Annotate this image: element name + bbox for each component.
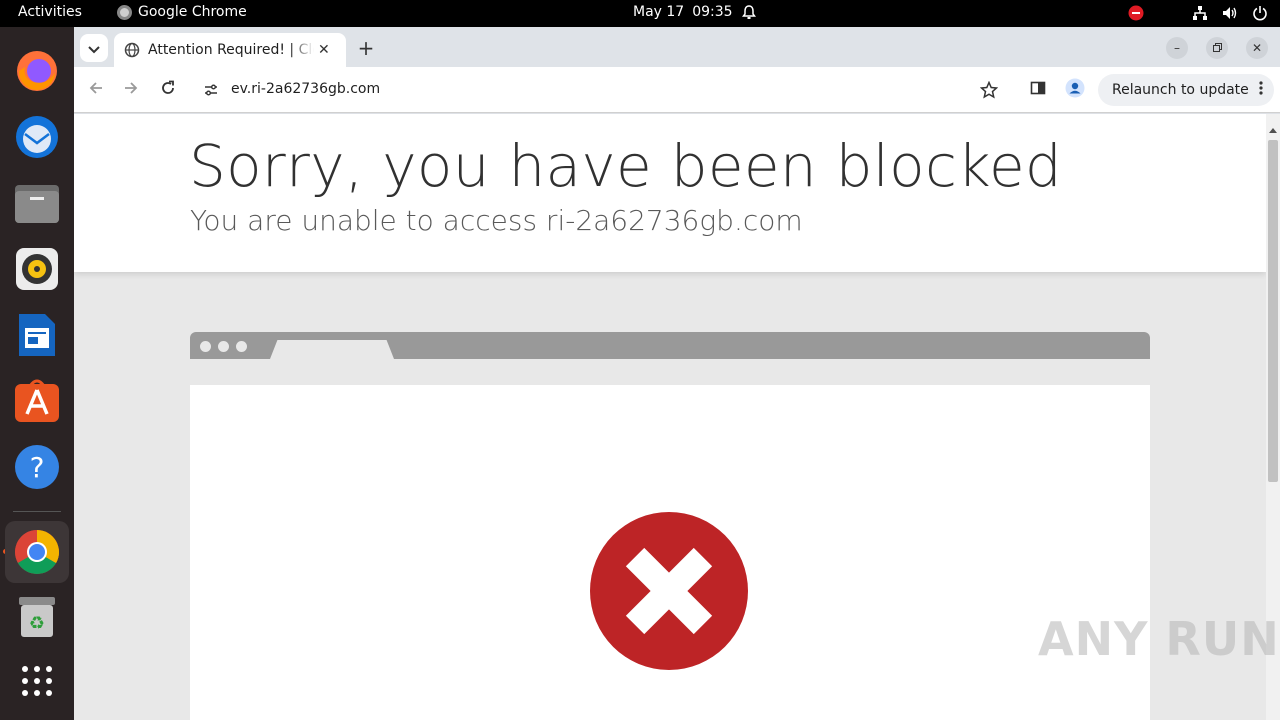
- scroll-up-arrow-icon[interactable]: [1269, 118, 1277, 137]
- illustration-tab: [270, 340, 394, 359]
- illustration-dot: [218, 341, 229, 352]
- help-icon[interactable]: ?: [13, 443, 61, 491]
- tab-search-button[interactable]: [80, 34, 108, 62]
- scrollbar-thumb[interactable]: [1268, 140, 1278, 482]
- volume-icon[interactable]: [1222, 5, 1238, 21]
- close-window-button[interactable]: ✕: [1246, 37, 1268, 59]
- dock-separator: [13, 511, 61, 512]
- side-panel-icon: [1030, 80, 1046, 100]
- svg-text:♻: ♻: [29, 613, 45, 634]
- avatar-icon: [1065, 78, 1085, 102]
- arrow-right-icon: [123, 80, 139, 100]
- profile-button[interactable]: [1063, 78, 1087, 102]
- system-top-bar: Activities Google Chrome May 17 09:35: [0, 0, 1280, 27]
- trash-icon[interactable]: ♻: [13, 593, 61, 641]
- back-button[interactable]: [84, 78, 108, 102]
- browser-toolbar: ev.ri-2a62736gb.com Relaunch to update: [74, 67, 1280, 113]
- url-text: ev.ri-2a62736gb.com: [231, 81, 381, 97]
- clock-date: May 17: [633, 4, 685, 20]
- tab-close-icon[interactable]: ✕: [318, 42, 330, 58]
- new-tab-button[interactable]: +: [354, 36, 378, 60]
- power-icon[interactable]: [1252, 5, 1268, 21]
- app-menu[interactable]: Google Chrome: [117, 4, 247, 20]
- bell-icon: [741, 4, 757, 20]
- activities-button[interactable]: Activities: [18, 4, 82, 20]
- libreoffice-writer-icon[interactable]: [13, 311, 61, 359]
- active-tab[interactable]: Attention Required! | Cloudflare ✕: [114, 33, 346, 67]
- illustration-dot: [200, 341, 211, 352]
- system-tray[interactable]: [1128, 5, 1268, 21]
- address-bar[interactable]: ev.ri-2a62736gb.com: [194, 73, 1006, 107]
- clock-time: 09:35: [692, 4, 733, 20]
- restore-button[interactable]: [1206, 37, 1228, 59]
- ubuntu-software-icon[interactable]: [13, 377, 61, 425]
- dock: ? ♻: [0, 27, 74, 720]
- error-x-icon: [590, 512, 748, 670]
- site-info-icon[interactable]: [203, 82, 219, 102]
- restore-icon: [1212, 41, 1222, 55]
- arrow-left-icon: [88, 80, 104, 100]
- side-panel-button[interactable]: [1026, 78, 1050, 102]
- chrome-icon[interactable]: [5, 521, 69, 583]
- chrome-small-icon: [117, 4, 132, 20]
- relaunch-label: Relaunch to update: [1112, 82, 1249, 98]
- browser-illustration: [190, 332, 1150, 359]
- tab-strip: Attention Required! | Cloudflare ✕ + – ✕: [74, 27, 1280, 67]
- minimize-icon: –: [1174, 41, 1180, 55]
- app-name: Google Chrome: [138, 4, 247, 20]
- plus-icon: +: [357, 36, 375, 60]
- rhythmbox-icon[interactable]: [13, 245, 61, 293]
- page-header: Sorry, you have been blocked You are una…: [74, 114, 1266, 272]
- close-icon: ✕: [1251, 41, 1263, 55]
- kebab-menu-icon: [1259, 81, 1263, 99]
- relaunch-to-update-button[interactable]: Relaunch to update: [1098, 74, 1274, 106]
- reload-button[interactable]: [156, 78, 180, 102]
- network-icon[interactable]: [1192, 5, 1208, 21]
- thunderbird-icon[interactable]: [13, 113, 61, 161]
- files-icon[interactable]: [13, 179, 61, 227]
- forward-button[interactable]: [119, 78, 143, 102]
- reload-icon: [160, 80, 176, 100]
- do-not-disturb-icon[interactable]: [1128, 5, 1144, 21]
- illustration-body: [190, 385, 1150, 720]
- minimize-button[interactable]: –: [1166, 37, 1188, 59]
- app-grid-icon[interactable]: [13, 657, 61, 705]
- illustration-dot: [236, 341, 247, 352]
- chevron-down-icon: [88, 39, 100, 58]
- globe-icon: [124, 42, 140, 58]
- svg-text:?: ?: [30, 451, 45, 484]
- page-subtitle: You are unable to access ri-2a62736gb.co…: [190, 204, 803, 237]
- page-title: Sorry, you have been blocked: [189, 132, 1063, 200]
- clock[interactable]: May 17 09:35: [633, 4, 757, 20]
- firefox-icon[interactable]: [13, 47, 61, 95]
- tab-title: Attention Required! | Cloudflare: [148, 42, 314, 58]
- bookmark-star-icon[interactable]: [979, 80, 999, 103]
- anyrun-watermark: ANY RUN: [1038, 612, 1280, 666]
